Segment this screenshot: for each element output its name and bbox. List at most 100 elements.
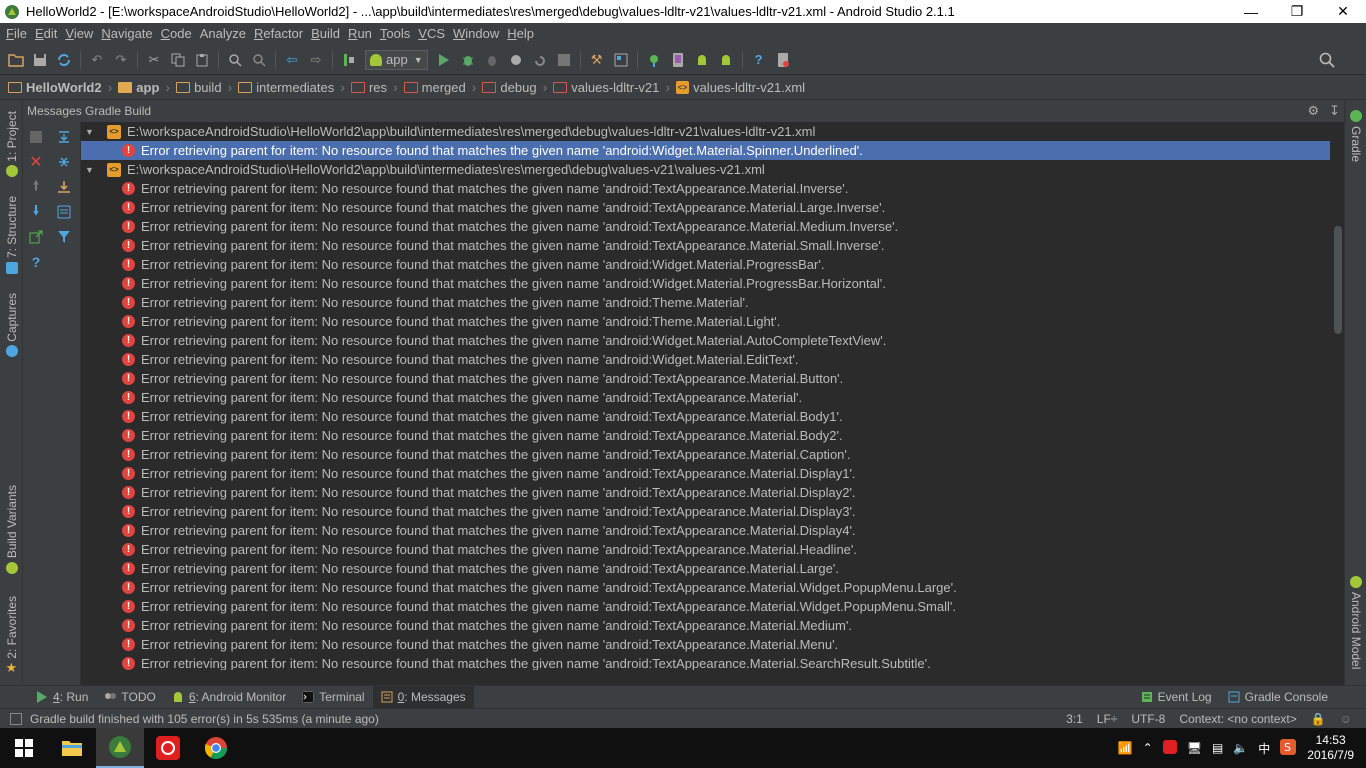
- error-message-row[interactable]: ! Error retrieving parent for item: No re…: [81, 635, 1332, 654]
- maximize-button[interactable]: ❐: [1274, 0, 1320, 23]
- paste-icon[interactable]: [193, 51, 211, 69]
- error-message-row[interactable]: ! Error retrieving parent for item: No re…: [81, 426, 1332, 445]
- tab-terminal[interactable]: Terminal: [294, 686, 372, 708]
- error-message-row[interactable]: ! Error retrieving parent for item: No re…: [81, 312, 1332, 331]
- close-icon[interactable]: ✕: [27, 153, 45, 171]
- file-encoding[interactable]: UTF-8: [1131, 712, 1165, 726]
- error-message-row[interactable]: ! Error retrieving parent for item: No re…: [81, 540, 1332, 559]
- help-icon[interactable]: ?: [27, 253, 45, 271]
- apply-changes-icon[interactable]: [507, 51, 525, 69]
- settings-wrench-icon[interactable]: ⚒: [588, 51, 606, 69]
- error-message-row[interactable]: ! Error retrieving parent for item: No re…: [81, 350, 1332, 369]
- netease-music-icon[interactable]: [144, 728, 192, 768]
- tab-android-model[interactable]: Android Model: [1345, 576, 1366, 669]
- android-device-monitor-icon[interactable]: [717, 51, 735, 69]
- error-message-row[interactable]: ! Error retrieving parent for item: No re…: [81, 407, 1332, 426]
- export-icon[interactable]: [55, 178, 73, 196]
- menu-view[interactable]: View: [61, 23, 97, 45]
- previous-message-icon[interactable]: 🠙: [27, 177, 45, 196]
- find-icon[interactable]: [226, 51, 244, 69]
- breadcrumb-folder[interactable]: merged: [403, 80, 466, 95]
- tab-gradle[interactable]: Gradle: [1345, 110, 1366, 162]
- next-message-icon[interactable]: 🠛: [27, 202, 45, 221]
- breadcrumb-folder[interactable]: values-ldltr-v21: [553, 80, 659, 95]
- error-message-row[interactable]: ! Error retrieving parent for item: No re…: [81, 559, 1332, 578]
- line-separator[interactable]: LF÷: [1097, 712, 1118, 726]
- breadcrumb-folder[interactable]: build: [176, 80, 222, 95]
- cut-icon[interactable]: ✂: [145, 51, 163, 69]
- expand-all-icon[interactable]: [55, 128, 73, 146]
- sync-icon[interactable]: [55, 51, 73, 69]
- error-message-row[interactable]: ! Error retrieving parent for item: No re…: [81, 483, 1332, 502]
- search-everywhere-icon[interactable]: [1318, 51, 1336, 69]
- error-message-row[interactable]: ! Error retrieving parent for item: No re…: [81, 274, 1332, 293]
- save-all-icon[interactable]: [31, 51, 49, 69]
- sogou-input-icon[interactable]: S: [1280, 738, 1297, 758]
- open-external-icon[interactable]: [27, 228, 45, 246]
- error-message-row[interactable]: ! Error retrieving parent for item: No re…: [81, 654, 1332, 670]
- scrollbar-thumb[interactable]: [1334, 226, 1342, 334]
- breadcrumb-module[interactable]: app: [118, 80, 159, 95]
- stop-icon[interactable]: [555, 51, 573, 69]
- close-window-button[interactable]: ✕: [1320, 0, 1366, 23]
- tool-windows-toggle-icon[interactable]: [10, 712, 22, 725]
- file-node[interactable]: ▼ <> E:\workspaceAndroidStudio\HelloWorl…: [81, 160, 1332, 179]
- menu-edit[interactable]: Edit: [31, 23, 61, 45]
- volume-icon[interactable]: 🔈: [1233, 741, 1248, 755]
- error-message-row[interactable]: ! Error retrieving parent for item: No re…: [81, 255, 1332, 274]
- clock[interactable]: 14:53 2016/7/9: [1307, 733, 1354, 763]
- tab-structure[interactable]: 7: Structure: [0, 195, 23, 275]
- attach-debugger-icon[interactable]: [483, 51, 501, 69]
- tab-captures[interactable]: Captures: [0, 290, 23, 360]
- breadcrumb-folder[interactable]: res: [350, 80, 387, 95]
- error-message-row[interactable]: ! Error retrieving parent for item: No re…: [81, 293, 1332, 312]
- replace-icon[interactable]: [250, 51, 268, 69]
- lock-icon[interactable]: 🔒: [1311, 712, 1326, 726]
- ime-indicator[interactable]: 中: [1258, 740, 1270, 757]
- sdk-manager-icon[interactable]: [693, 51, 711, 69]
- start-button[interactable]: [0, 728, 48, 768]
- menu-code[interactable]: Code: [157, 23, 196, 45]
- netease-tray-icon[interactable]: [1162, 739, 1177, 757]
- error-message-row[interactable]: ! Error retrieving parent for item: No re…: [81, 616, 1332, 635]
- error-message-row[interactable]: ! Error retrieving parent for item: No re…: [81, 597, 1332, 616]
- error-message-row[interactable]: ! Error retrieving parent for item: No re…: [81, 236, 1332, 255]
- tab-gradle-console[interactable]: Gradle Console: [1220, 686, 1336, 708]
- tab-android-monitor[interactable]: 6: Android Monitor: [164, 686, 294, 708]
- tab-event-log[interactable]: Event Log: [1133, 686, 1220, 708]
- error-message-row[interactable]: ! Error retrieving parent for item: No r…: [81, 141, 1330, 160]
- stop-icon[interactable]: [27, 128, 45, 146]
- error-message-row[interactable]: ! Error retrieving parent for item: No re…: [81, 521, 1332, 540]
- sync-gradle-icon[interactable]: [645, 51, 663, 69]
- menu-refactor[interactable]: Refactor: [250, 23, 307, 45]
- expand-triangle-icon[interactable]: ▼: [85, 165, 99, 175]
- breadcrumb-file[interactable]: <> values-ldltr-v21.xml: [676, 80, 805, 95]
- breadcrumb-folder[interactable]: debug: [482, 80, 537, 95]
- error-message-row[interactable]: ! Error retrieving parent for item: No re…: [81, 445, 1332, 464]
- filter-icon[interactable]: [55, 228, 73, 246]
- gear-icon[interactable]: ⚙: [1307, 103, 1319, 119]
- menu-vcs[interactable]: VCS: [414, 23, 449, 45]
- error-message-row[interactable]: ! Error retrieving parent for item: No re…: [81, 502, 1332, 521]
- android-studio-taskbar-icon[interactable]: [96, 728, 144, 768]
- context-indicator[interactable]: Context: <no context>: [1179, 712, 1296, 726]
- network-icon[interactable]: 🖥: [1187, 741, 1202, 755]
- menu-analyze[interactable]: Analyze: [196, 23, 250, 45]
- hide-panel-icon[interactable]: ↧: [1329, 103, 1340, 119]
- back-icon[interactable]: ⇦: [283, 51, 301, 69]
- tab-todo[interactable]: TODO: [96, 686, 163, 708]
- caret-position[interactable]: 3:1: [1066, 712, 1083, 726]
- menu-tools[interactable]: Tools: [376, 23, 414, 45]
- file-explorer-icon[interactable]: [48, 728, 96, 768]
- chevron-up-icon[interactable]: ⌃: [1143, 741, 1153, 755]
- breadcrumb-project[interactable]: HelloWorld2: [8, 80, 102, 95]
- menu-run[interactable]: Run: [344, 23, 376, 45]
- make-project-icon[interactable]: [340, 51, 358, 69]
- autoscroll-icon[interactable]: [55, 203, 73, 221]
- error-message-row[interactable]: ! Error retrieving parent for item: No re…: [81, 464, 1332, 483]
- menu-window[interactable]: Window: [449, 23, 503, 45]
- tab-project[interactable]: 1: Project: [0, 108, 23, 180]
- run-icon[interactable]: [435, 51, 453, 69]
- menu-help[interactable]: Help: [503, 23, 538, 45]
- redo-icon[interactable]: ↷: [112, 51, 130, 69]
